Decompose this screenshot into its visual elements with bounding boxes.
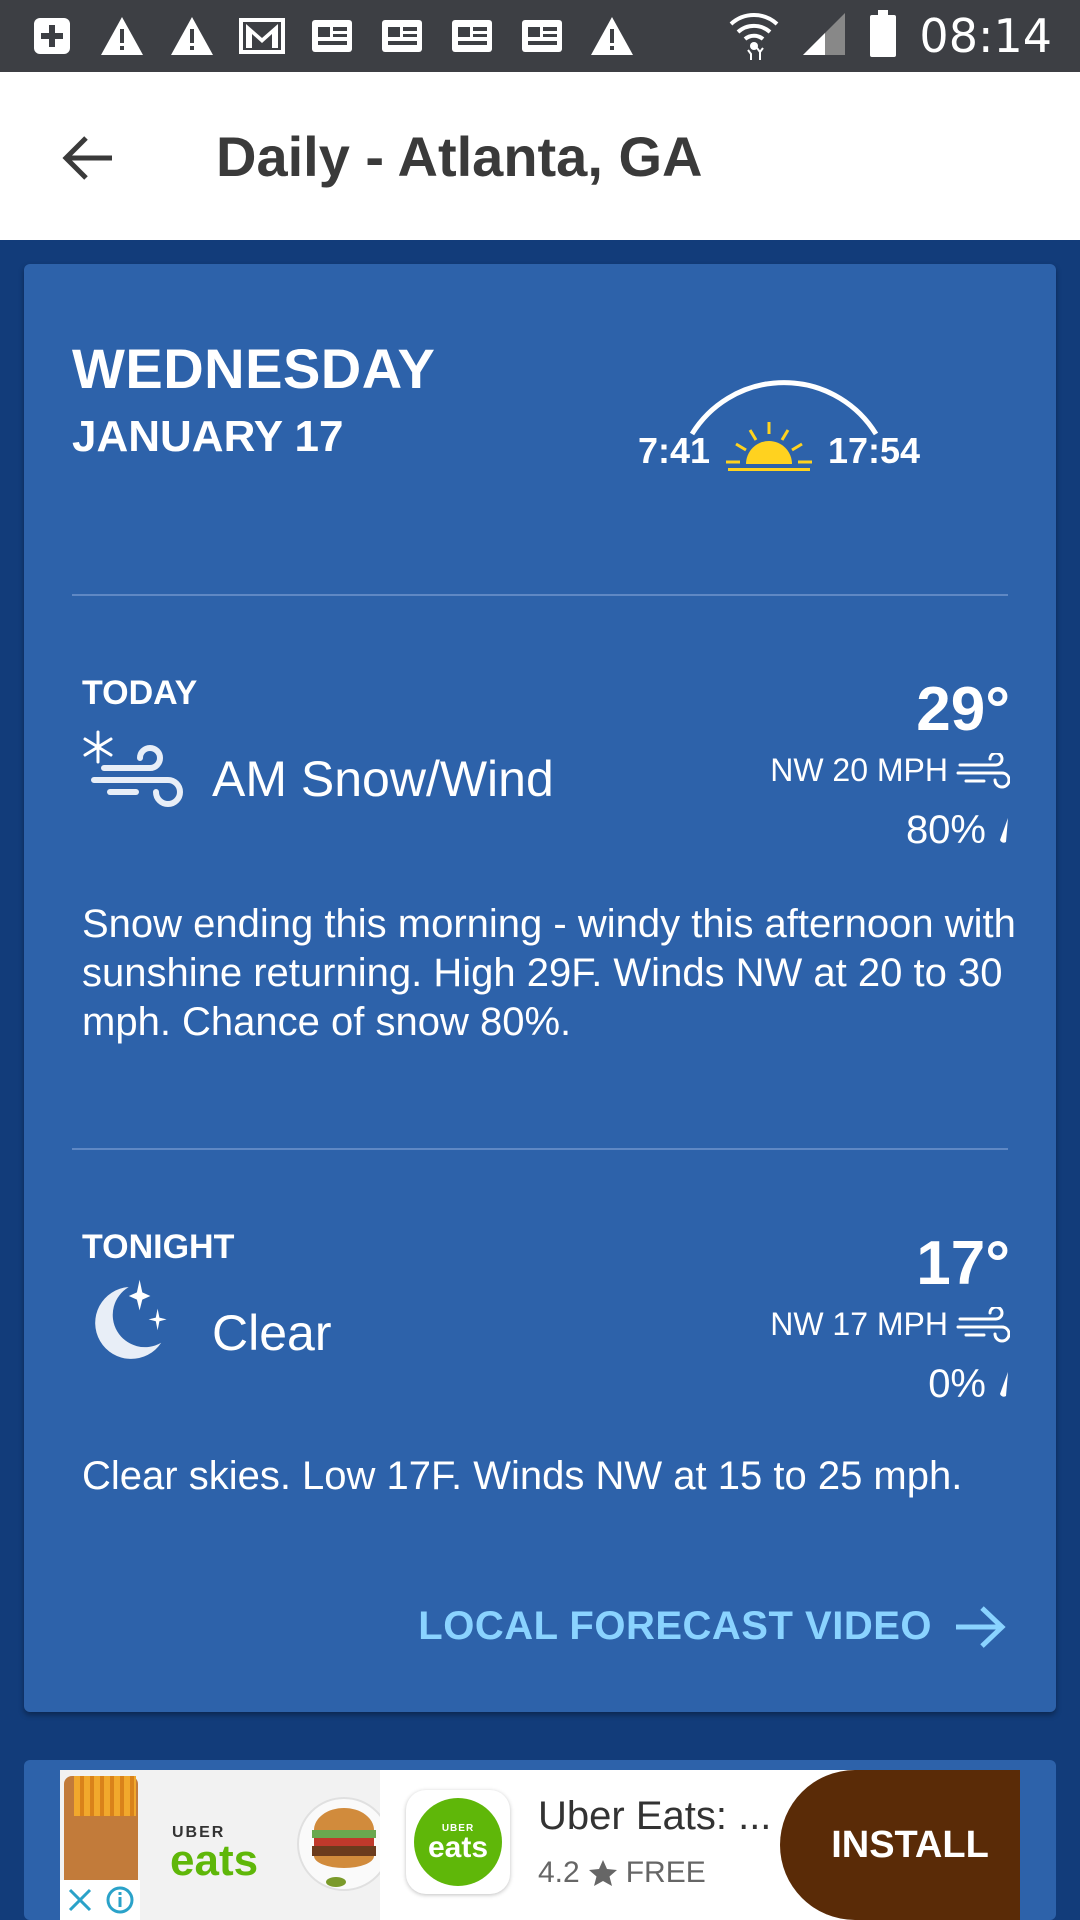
system-status: 08:14 — [729, 0, 1052, 72]
add-box-icon — [28, 14, 76, 58]
local-forecast-video-link[interactable]: LOCAL FORECAST VIDEO — [418, 1604, 1006, 1649]
today-wind-text: NW 20 MPH — [770, 752, 948, 788]
daily-forecast-card: WEDNESDAY JANUARY 17 7:41 17:54 TODAY 29… — [24, 264, 1056, 1712]
battery-icon — [869, 9, 897, 63]
raindrop-icon — [1000, 817, 1008, 843]
video-link-label: LOCAL FORECAST VIDEO — [418, 1604, 932, 1648]
news-icon — [448, 14, 496, 58]
news-icon — [518, 14, 566, 58]
today-label: TODAY — [82, 674, 198, 712]
raindrop-icon — [1000, 1371, 1008, 1397]
today-condition: AM Snow/Wind — [212, 751, 554, 807]
today-wind: NW 20 MPH — [770, 752, 1010, 789]
fries-image — [64, 1776, 138, 1896]
tonight-label: TONIGHT — [82, 1228, 235, 1266]
today-narrative: Snow ending this morning - windy this af… — [82, 902, 1016, 1044]
snow-wind-icon — [83, 730, 183, 807]
day-date: JANUARY 17 — [72, 412, 344, 461]
warning-icon — [98, 14, 146, 58]
arrow-back-icon — [62, 136, 112, 180]
today-precip: 80% — [906, 808, 1010, 853]
star-icon — [588, 1860, 617, 1886]
tonight-narrative: Clear skies. Low 17F. Winds NW at 15 to … — [82, 1454, 963, 1498]
sun-icon — [726, 422, 812, 471]
back-button[interactable] — [52, 122, 124, 194]
today-temp: 29° — [916, 675, 1010, 744]
info-icon — [106, 1886, 134, 1914]
notification-icons — [0, 14, 636, 58]
price-label: FREE — [625, 1856, 706, 1889]
close-icon — [68, 1888, 92, 1912]
tonight-precip-text: 0% — [928, 1362, 986, 1406]
ad-app-name[interactable]: Uber Eats: ... — [538, 1794, 771, 1839]
warning-icon — [588, 14, 636, 58]
ad-wordmark: eats — [170, 1836, 259, 1885]
ad-close-button[interactable] — [60, 1880, 100, 1920]
install-button[interactable]: INSTALL — [780, 1770, 1020, 1920]
arrow-forward-icon — [956, 1605, 1006, 1648]
divider — [72, 1148, 1008, 1150]
tonight-precip: 0% — [928, 1362, 1010, 1407]
tonight-temp: 17° — [916, 1229, 1010, 1298]
status-bar: 08:14 — [0, 0, 1080, 72]
uber-eats-logo[interactable]: UBER eats — [406, 1790, 510, 1894]
wind-icon — [956, 1306, 1010, 1342]
wifi-icon — [729, 8, 779, 65]
wind-icon — [956, 752, 1010, 788]
today-precip-text: 80% — [905, 808, 986, 852]
ad-image[interactable]: UBER eats — [60, 1770, 380, 1920]
logo-text: eats — [427, 1830, 489, 1864]
cell-signal-icon — [801, 11, 847, 62]
news-icon — [378, 14, 426, 58]
sunset-time: 17:54 — [828, 430, 921, 471]
tonight-condition: Clear — [212, 1305, 332, 1361]
day-name: WEDNESDAY — [72, 337, 436, 400]
moon-stars-icon — [95, 1279, 167, 1359]
ad-rating: 4.2 FREE — [538, 1856, 706, 1890]
gmail-icon — [238, 14, 286, 58]
rating-value: 4.2 — [538, 1856, 580, 1889]
tonight-wind-text: NW 17 MPH — [770, 1306, 948, 1342]
ad-banner[interactable]: UBER eats UBER eats Uber Eats: ... 4.2 F… — [60, 1770, 1020, 1920]
tonight-wind: NW 17 MPH — [770, 1306, 1010, 1343]
clock: 08:14 — [919, 9, 1052, 63]
page-title: Daily - Atlanta, GA — [216, 125, 703, 188]
app-bar: Daily - Atlanta, GA — [0, 72, 1080, 240]
warning-icon — [168, 14, 216, 58]
sunrise-time: 7:41 — [638, 430, 711, 471]
news-icon — [308, 14, 356, 58]
ad-info-button[interactable] — [100, 1880, 140, 1920]
burger-image — [297, 1797, 380, 1891]
divider — [72, 594, 1008, 596]
